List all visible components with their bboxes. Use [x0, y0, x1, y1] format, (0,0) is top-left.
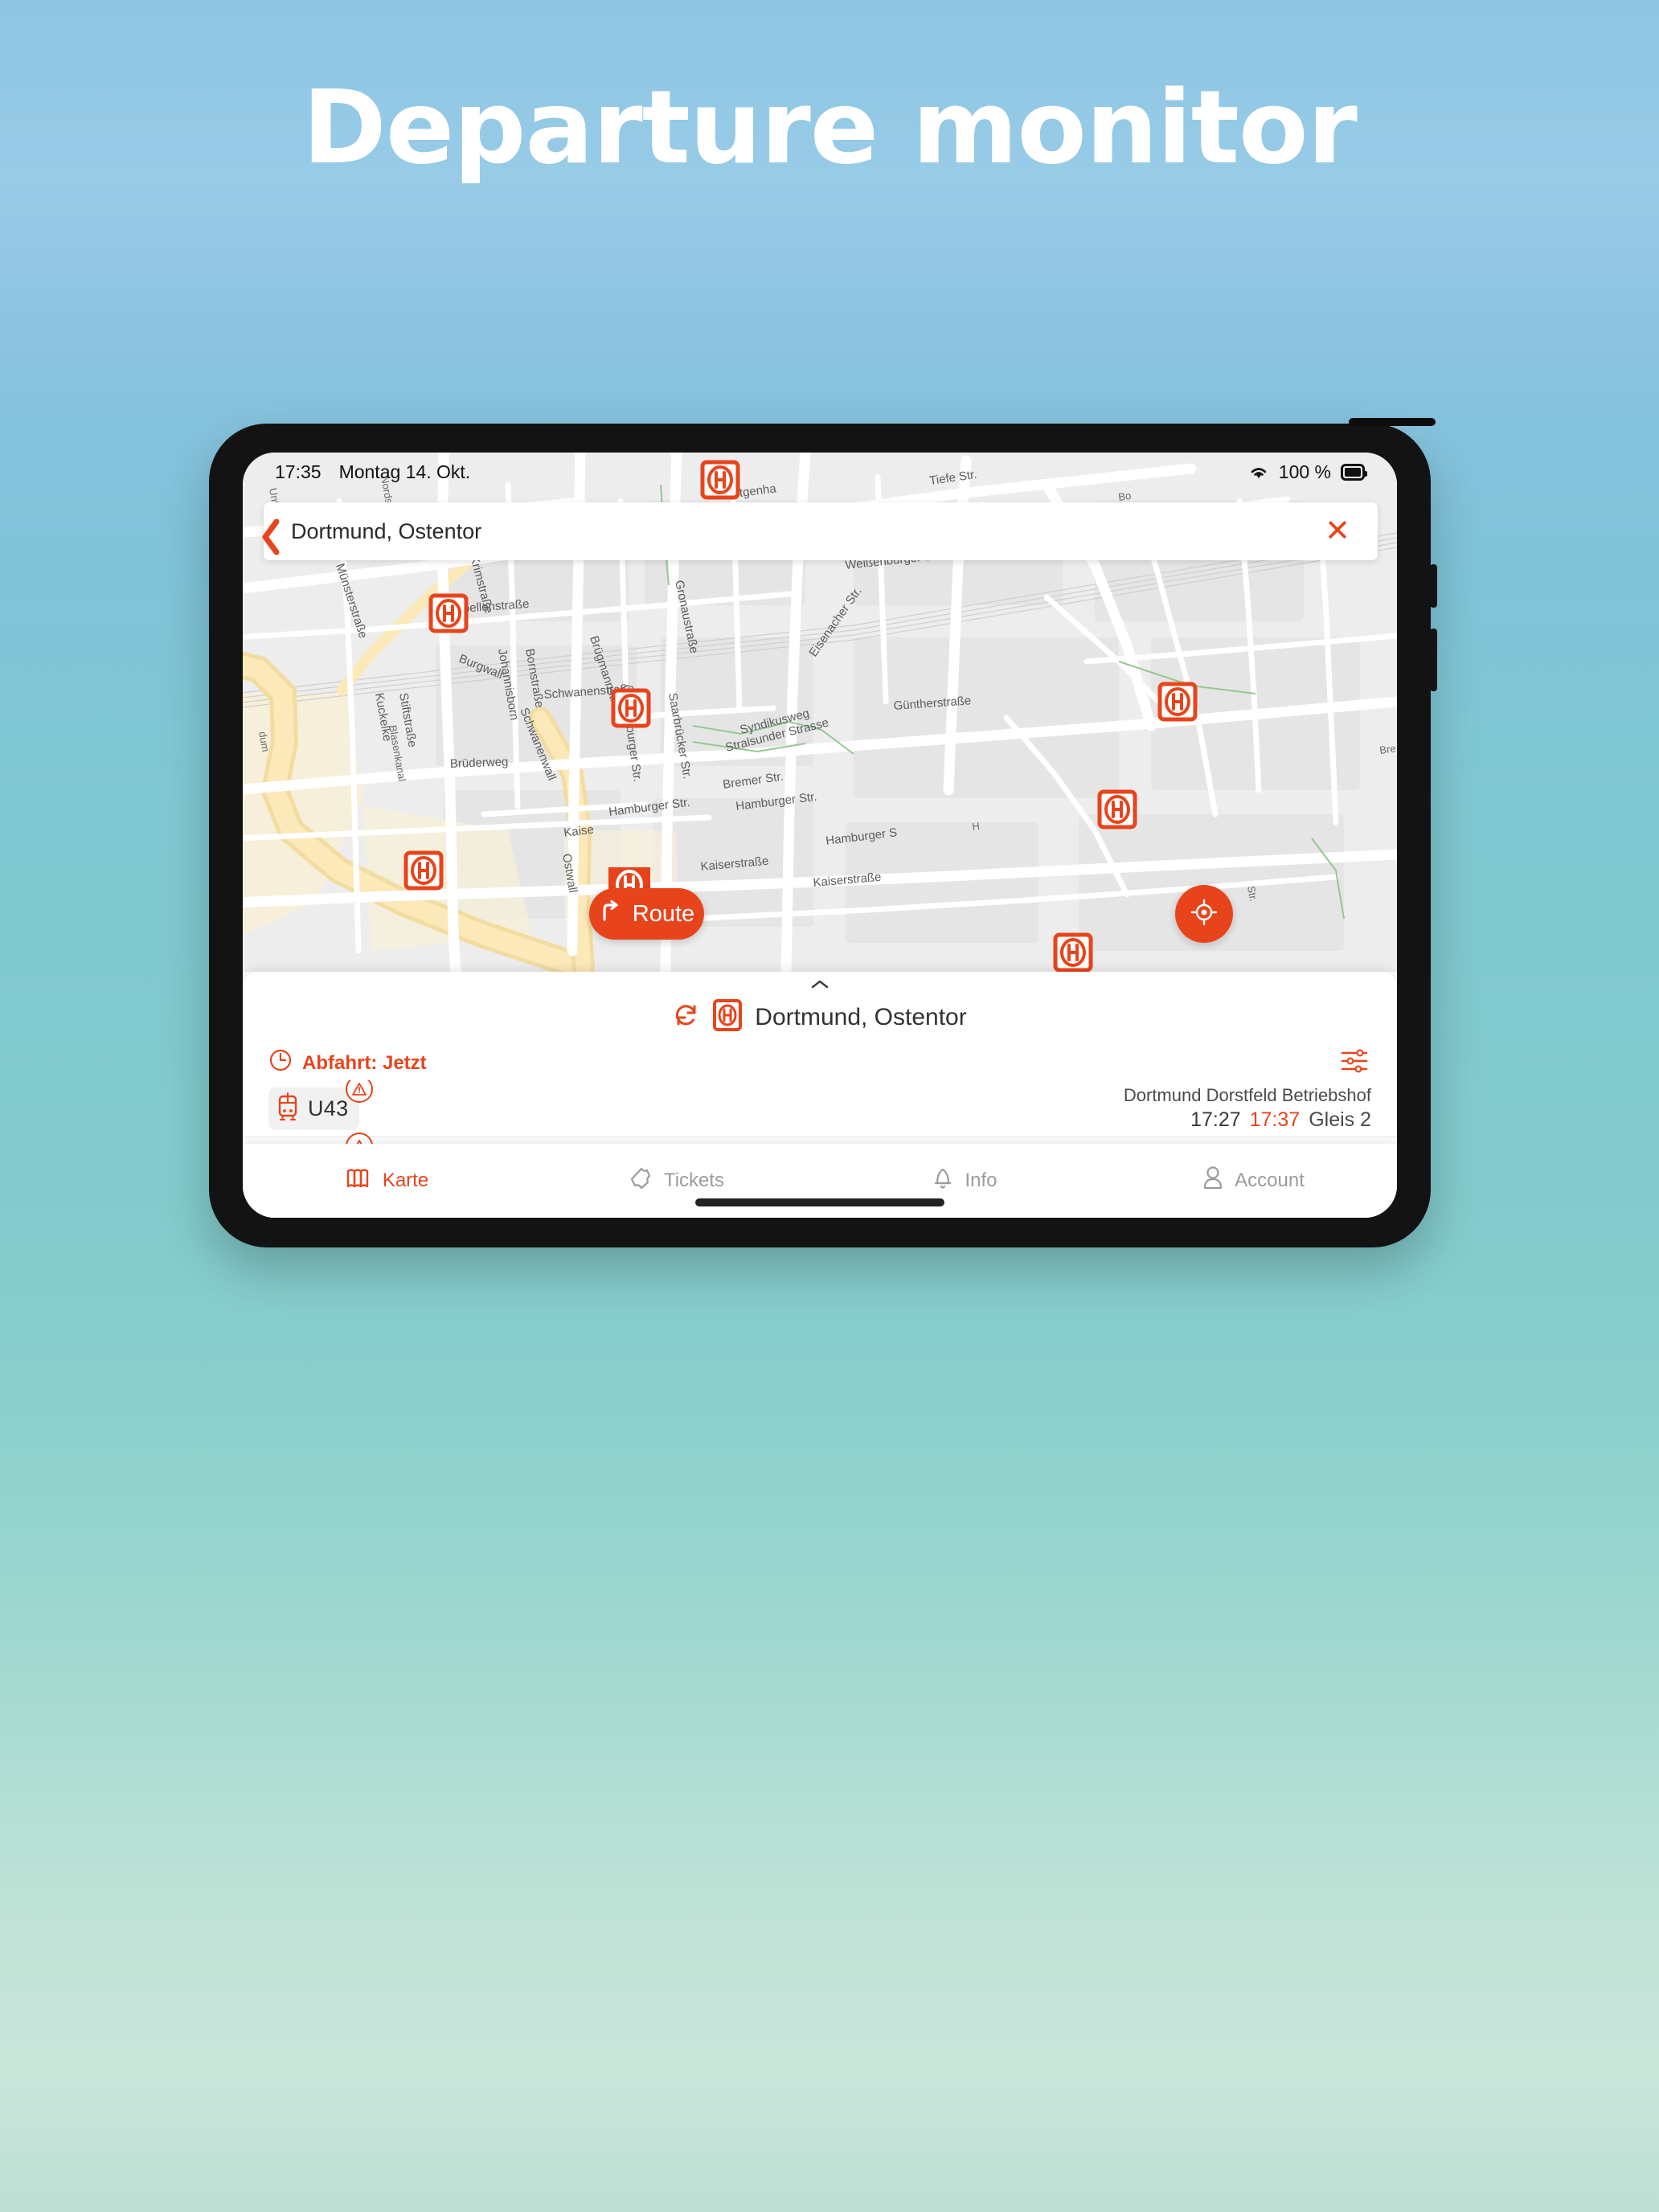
status-time: 17:35: [275, 461, 322, 482]
bell-icon: [931, 1165, 955, 1197]
back-chevron-icon[interactable]: [260, 518, 281, 559]
person-icon: [1201, 1165, 1225, 1197]
status-bar: 17:35 Montag 14. Okt. 100 %: [243, 453, 1397, 491]
tab-karte[interactable]: Karte: [243, 1166, 531, 1196]
tab-label: Karte: [382, 1169, 429, 1191]
tab-bar: Karte Tickets Info Account: [243, 1144, 1397, 1218]
departure-time-filter[interactable]: Abfahrt: Jetzt: [268, 1048, 427, 1078]
realtime-time: 17:37: [1249, 1108, 1301, 1131]
map-stop-marker: [403, 850, 444, 891]
home-indicator[interactable]: [695, 1198, 944, 1206]
map-stop-marker: [1097, 789, 1137, 830]
departure-details: Dortmund Dorstfeld Betriebshof 17:27 17:37…: [1124, 1085, 1371, 1132]
departure-row[interactable]: U43 Dortmund Dorstfeld Betriebshof 17:27 17…: [243, 1080, 1397, 1137]
map-icon: [346, 1166, 373, 1196]
svg-text:H: H: [972, 820, 981, 833]
platform: Gleis 2: [1309, 1108, 1371, 1131]
times: 17:27 17:37 Gleis 2: [1190, 1108, 1371, 1132]
filter-label: Abfahrt: Jetzt: [302, 1051, 427, 1074]
crosshair-icon: [1190, 898, 1219, 931]
svg-text:Bo: Bo: [1117, 490, 1132, 503]
tram-icon: [276, 1092, 300, 1126]
tab-label: Info: [965, 1169, 997, 1191]
route-button-label: Route: [632, 900, 695, 927]
battery-full-icon: [1341, 463, 1367, 481]
search-value: Dortmund, Ostentor: [291, 518, 482, 543]
close-icon[interactable]: ✕: [1325, 516, 1350, 547]
warning-triangle-icon[interactable]: [346, 1080, 374, 1103]
clock-icon: [268, 1048, 293, 1078]
tablet-device: .rdw { stroke:#ffffff; stroke-linecap:ro…: [209, 418, 1437, 1247]
destination: Dortmund Dorstfeld Betriebshof: [1123, 1085, 1371, 1105]
map-stop-marker: [1157, 682, 1198, 722]
planned-time: 17:27: [1190, 1108, 1241, 1131]
route-button[interactable]: Route: [589, 888, 704, 940]
volume-up-button[interactable]: [1430, 564, 1437, 608]
refresh-icon[interactable]: [673, 1002, 700, 1033]
chevron-up-icon[interactable]: [243, 972, 1397, 994]
power-button[interactable]: [1349, 418, 1436, 426]
volume-down-button[interactable]: [1430, 629, 1437, 691]
tab-info[interactable]: Info: [820, 1165, 1108, 1197]
device-screen: .rdw { stroke:#ffffff; stroke-linecap:ro…: [243, 453, 1397, 1218]
sheet-header: Dortmund, Ostentor: [243, 999, 1397, 1035]
sliders-icon[interactable]: [1339, 1047, 1371, 1079]
map-stop-marker: [611, 688, 651, 728]
search-input[interactable]: Dortmund, Ostentor ✕: [264, 502, 1378, 560]
tab-label: Account: [1235, 1169, 1305, 1191]
line-number: U43: [308, 1096, 349, 1120]
svg-text:Brüderweg: Brüderweg: [450, 755, 509, 771]
turn-right-arrow-icon: [599, 899, 621, 928]
sheet-stop-name: Dortmund, Ostentor: [755, 1003, 967, 1030]
locate-me-button[interactable]: [1175, 885, 1233, 943]
tab-tickets[interactable]: Tickets: [531, 1166, 820, 1196]
line-chip: U43: [268, 1080, 374, 1130]
map-stop-marker: [1053, 932, 1093, 972]
page-title: Departure monitor: [302, 68, 1357, 186]
map-stop-marker: [428, 593, 469, 633]
tab-account[interactable]: Account: [1108, 1165, 1397, 1197]
svg-text:Bre: Bre: [1378, 742, 1396, 756]
tab-label: Tickets: [663, 1169, 725, 1191]
bus-stop-h-icon: [713, 999, 743, 1035]
battery-percent: 100 %: [1278, 461, 1331, 482]
ticket-icon: [627, 1166, 654, 1196]
wifi-icon: [1248, 464, 1269, 480]
status-date: Montag 14. Okt.: [338, 461, 471, 482]
